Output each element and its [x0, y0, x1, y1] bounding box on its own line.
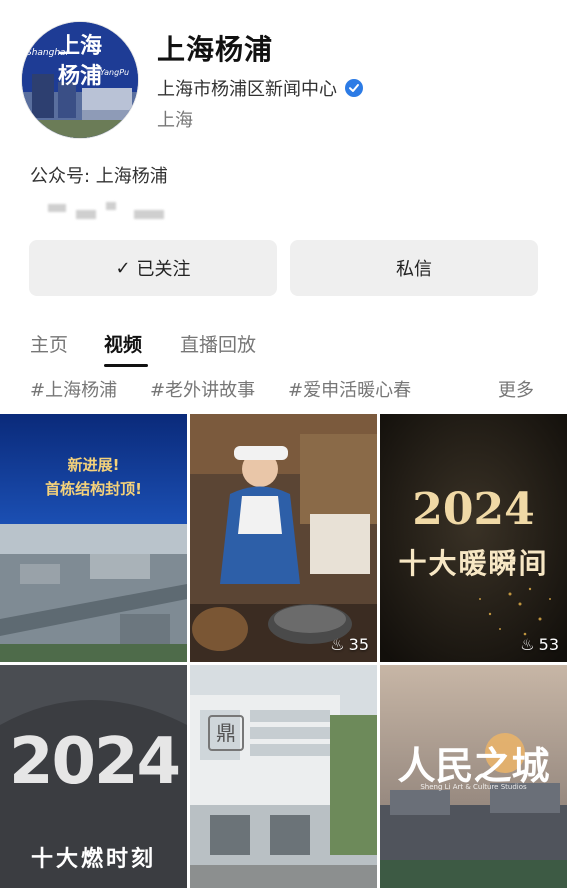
video-thumbnail[interactable]: 鼎 [190, 665, 377, 888]
video-thumbnail[interactable]: ♨ 35 [190, 414, 377, 662]
tab-live-replay[interactable]: 直播回放 [180, 330, 256, 357]
avatar-text-en: YangPu [100, 68, 130, 77]
play-count-value: 53 [538, 635, 559, 654]
org-name: 上海市杨浦区新闻中心 [157, 79, 337, 100]
org-row: 上海市杨浦区新闻中心 [157, 76, 363, 100]
profile-name: 上海杨浦 [157, 33, 274, 66]
followed-button[interactable]: ✓ 已关注 [29, 240, 277, 296]
video-title: 首栋结构封顶! [45, 480, 142, 498]
play-count: ♨ 53 [520, 635, 559, 654]
flame-icon: ♨ [330, 635, 345, 654]
video-grid: 新进展! 首栋结构封顶! ♨ 35 2024 十大暖瞬间 ♨ 53 2024 十… [0, 414, 567, 888]
video-title: 十大燃时刻 [30, 847, 156, 872]
play-count: ♨ 35 [330, 635, 369, 654]
video-thumbnail[interactable]: 人民之城 Sheng Li Art & Culture Studios [380, 665, 567, 888]
tab-videos[interactable]: 视频 [104, 330, 142, 357]
video-thumbnail[interactable]: 2024 十大暖瞬间 ♨ 53 [380, 414, 567, 662]
video-thumbnail[interactable]: 2024 十大燃时刻 [0, 665, 187, 888]
video-year: 2024 [412, 484, 535, 535]
flame-icon: ♨ [520, 635, 535, 654]
tag-item[interactable]: #上海杨浦 [30, 376, 117, 402]
message-label: 私信 [396, 259, 432, 280]
play-count-value: 35 [348, 635, 369, 654]
followed-label: 已关注 [136, 259, 191, 280]
video-caption: Sheng Li Art & Culture Studios [420, 783, 527, 791]
public-account: 公众号: 上海杨浦 [30, 166, 168, 187]
video-title: 人民之城 [397, 743, 550, 788]
video-thumbnail[interactable]: 新进展! 首栋结构封顶! [0, 414, 187, 662]
avatar-text-en: Shanghai [26, 48, 69, 58]
profile-header: 上海 杨浦 Shanghai YangPu 上海杨浦 上海市杨浦区新闻中心 上海 [0, 0, 567, 150]
tag-item[interactable]: #爱申活暖心春 [288, 376, 411, 402]
check-icon: ✓ [115, 257, 131, 279]
video-logo: 鼎 [208, 715, 244, 751]
tag-item[interactable]: #老外讲故事 [150, 376, 255, 402]
location: 上海 [157, 110, 193, 131]
topic-tags: #上海杨浦 #老外讲故事 #爱申活暖心春 更多 [0, 376, 567, 406]
avatar[interactable]: 上海 杨浦 Shanghai YangPu [22, 22, 138, 138]
video-title: 十大暖瞬间 [398, 547, 549, 580]
more-tags-button[interactable]: 更多 [498, 376, 534, 402]
verified-icon [345, 79, 363, 97]
tab-home[interactable]: 主页 [30, 330, 68, 357]
message-button[interactable]: 私信 [290, 240, 538, 296]
video-year: 2024 [8, 725, 181, 799]
tab-underline [104, 364, 148, 367]
video-title: 新进展! [67, 456, 120, 474]
